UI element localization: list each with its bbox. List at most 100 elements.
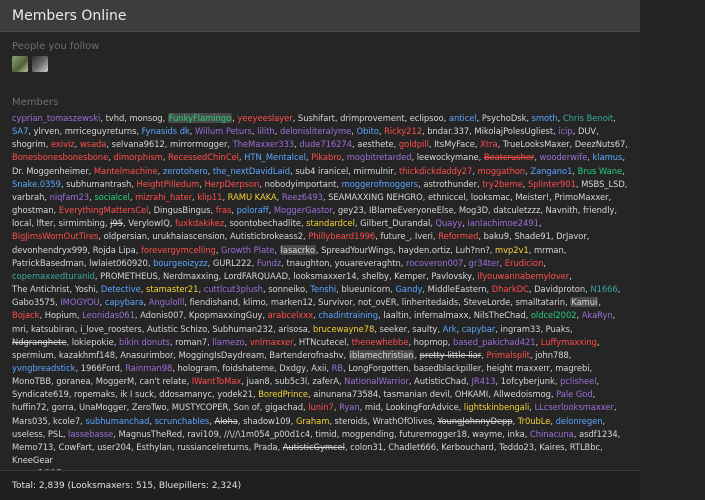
member-link[interactable]: hopmop (414, 337, 448, 347)
member-link[interactable]: can't relate (139, 376, 186, 386)
member-link[interactable]: Brus Wane (578, 166, 622, 176)
member-link[interactable]: Memo713 (12, 442, 53, 452)
member-link[interactable]: UnaMogger (79, 402, 127, 412)
member-link[interactable]: Davidproton (534, 284, 585, 294)
member-link[interactable]: DingusBingus (154, 205, 211, 215)
member-link[interactable]: colon31 (350, 442, 383, 452)
member-link[interactable]: MSBS_LSD (581, 179, 625, 189)
member-link[interactable]: ethniccel (428, 192, 466, 202)
member-link[interactable]: klip11 (197, 192, 222, 202)
member-link[interactable]: LongForgotten (348, 363, 408, 373)
member-link[interactable]: Bartenderofnashv (269, 350, 343, 360)
member-link[interactable]: MoggingIsDaydream (179, 350, 265, 360)
member-link[interactable]: drimprovement (340, 113, 404, 123)
member-link[interactable]: CowFart (59, 442, 92, 452)
member-link[interactable]: Gandy (395, 284, 422, 294)
member-link[interactable]: Gabo3575 (12, 297, 55, 307)
member-link[interactable]: Hopium (45, 310, 77, 320)
member-link[interactable]: hologram (178, 363, 218, 373)
member-link[interactable]: Mog3D (459, 205, 488, 215)
member-link[interactable]: IWantToMax (192, 376, 242, 386)
member-link[interactable]: IMOGYOU (60, 297, 99, 307)
member-link[interactable]: MUSTYCOPER (172, 402, 229, 412)
member-link[interactable]: Tr0ubLe (518, 416, 551, 426)
member-link[interactable]: copemaxxedturanid (12, 271, 95, 281)
member-link[interactable]: Luffymaxxing (541, 337, 597, 347)
member-link[interactable]: Navnith (546, 205, 578, 215)
member-link[interactable]: sonneiko (268, 284, 305, 294)
member-link[interactable]: Aloha (214, 416, 237, 426)
member-link[interactable]: futuremogger18 (399, 429, 467, 439)
member-link[interactable]: HerpDerpson (205, 179, 260, 189)
member-link[interactable]: lasacrko (279, 244, 316, 255)
member-link[interactable]: delonisliteralyme (280, 126, 351, 136)
member-link[interactable]: HTN_Mentalcel (244, 152, 306, 162)
member-link[interactable]: 1966Ford (81, 363, 120, 373)
member-link[interactable]: marken12 (271, 297, 313, 307)
member-link[interactable]: datculetzzz (493, 205, 540, 215)
member-link[interactable]: rocoveron007 (406, 258, 463, 268)
member-link[interactable]: soontobechadlite (229, 218, 301, 228)
member-link[interactable]: PSL (48, 429, 63, 439)
member-link[interactable]: Adonis007 (140, 310, 184, 320)
member-link[interactable]: basedblackpiller (414, 363, 482, 373)
member-link[interactable]: scrunchables (155, 416, 210, 426)
member-link[interactable]: delonregen (556, 416, 603, 426)
member-link[interactable]: user204 (97, 442, 131, 452)
member-link[interactable]: Primalsplit (487, 350, 530, 360)
member-link[interactable]: chadintraining (318, 310, 378, 320)
member-link[interactable]: WrathOfOlives (373, 416, 433, 426)
member-link[interactable]: PrimoMaxxer (554, 192, 608, 202)
member-link[interactable]: cuttlcut3plush (204, 284, 263, 294)
member-link[interactable]: Obito (357, 126, 379, 136)
member-link[interactable]: dimorphism (113, 152, 162, 162)
member-link[interactable]: magrebi (555, 363, 589, 373)
member-link[interactable]: FunkyFlamingo (167, 113, 233, 123)
member-link[interactable]: gorra (52, 402, 74, 412)
member-link[interactable]: sirmimbing (59, 218, 105, 228)
member-link[interactable]: Kaires (539, 442, 564, 452)
member-link[interactable]: TheMaxxer333 (233, 139, 295, 149)
member-link[interactable]: i_love_roosters (80, 324, 142, 334)
member-link[interactable]: youareveraghtn (335, 258, 401, 268)
member-link[interactable]: gey23 (338, 205, 364, 215)
member-link[interactable]: Autisticbrokeass2 (230, 231, 303, 241)
member-link[interactable]: devonhendryx999 (12, 245, 88, 255)
member-link[interactable]: Bonesbonesbonesbone (12, 152, 108, 162)
avatar[interactable] (32, 56, 48, 72)
member-link[interactable]: niqfam23 (50, 192, 90, 202)
member-link[interactable]: mid (365, 402, 381, 412)
member-link[interactable]: pclisheel (560, 376, 596, 386)
member-link[interactable]: roman7 (175, 337, 207, 347)
member-link[interactable]: selvana9612 (112, 139, 165, 149)
member-link[interactable]: Pale God (556, 389, 593, 399)
member-link[interactable]: Beatcrusher (484, 152, 534, 162)
member-link[interactable]: Chris Benoit (563, 113, 613, 123)
member-link[interactable]: SEAMAXXING NEHGRO (328, 192, 423, 202)
member-link[interactable]: ianlachimoe2491 (467, 218, 539, 228)
member-link[interactable]: juan8 (247, 376, 270, 386)
member-link[interactable]: j95 (110, 218, 123, 228)
member-link[interactable]: lokiepokie (72, 337, 114, 347)
member-link[interactable]: MikolajPolesUgliest (474, 126, 553, 136)
member-link[interactable]: yeeyeeslayer (237, 113, 292, 123)
member-link[interactable]: nobodyimportant (265, 179, 337, 189)
member-link[interactable]: try2beme (482, 179, 522, 189)
member-link[interactable]: yvngbreadstick (12, 363, 76, 373)
member-link[interactable]: arisosa (278, 324, 308, 334)
member-link[interactable]: local (12, 218, 31, 228)
member-link[interactable]: fuxkdakikez (175, 218, 224, 228)
member-link[interactable]: Kemper (394, 271, 426, 281)
member-link[interactable]: Xtra (480, 139, 497, 149)
member-link[interactable]: MagnusTheRed (118, 429, 182, 439)
member-link[interactable]: ik I suck (120, 389, 154, 399)
member-link[interactable]: LookingForAdvice (386, 402, 459, 412)
member-link[interactable]: ravi109 (187, 429, 219, 439)
member-link[interactable]: asdf1234 (579, 429, 618, 439)
member-link[interactable]: Kamui (570, 297, 599, 308)
member-link[interactable]: klamus (592, 152, 622, 162)
member-link[interactable]: BigJimsWornOutTires (12, 231, 98, 241)
member-link[interactable]: AutisticGymcel (283, 442, 345, 452)
member-link[interactable]: based_pakichad421 (453, 337, 536, 347)
member-link[interactable]: fiendishand (190, 297, 238, 307)
